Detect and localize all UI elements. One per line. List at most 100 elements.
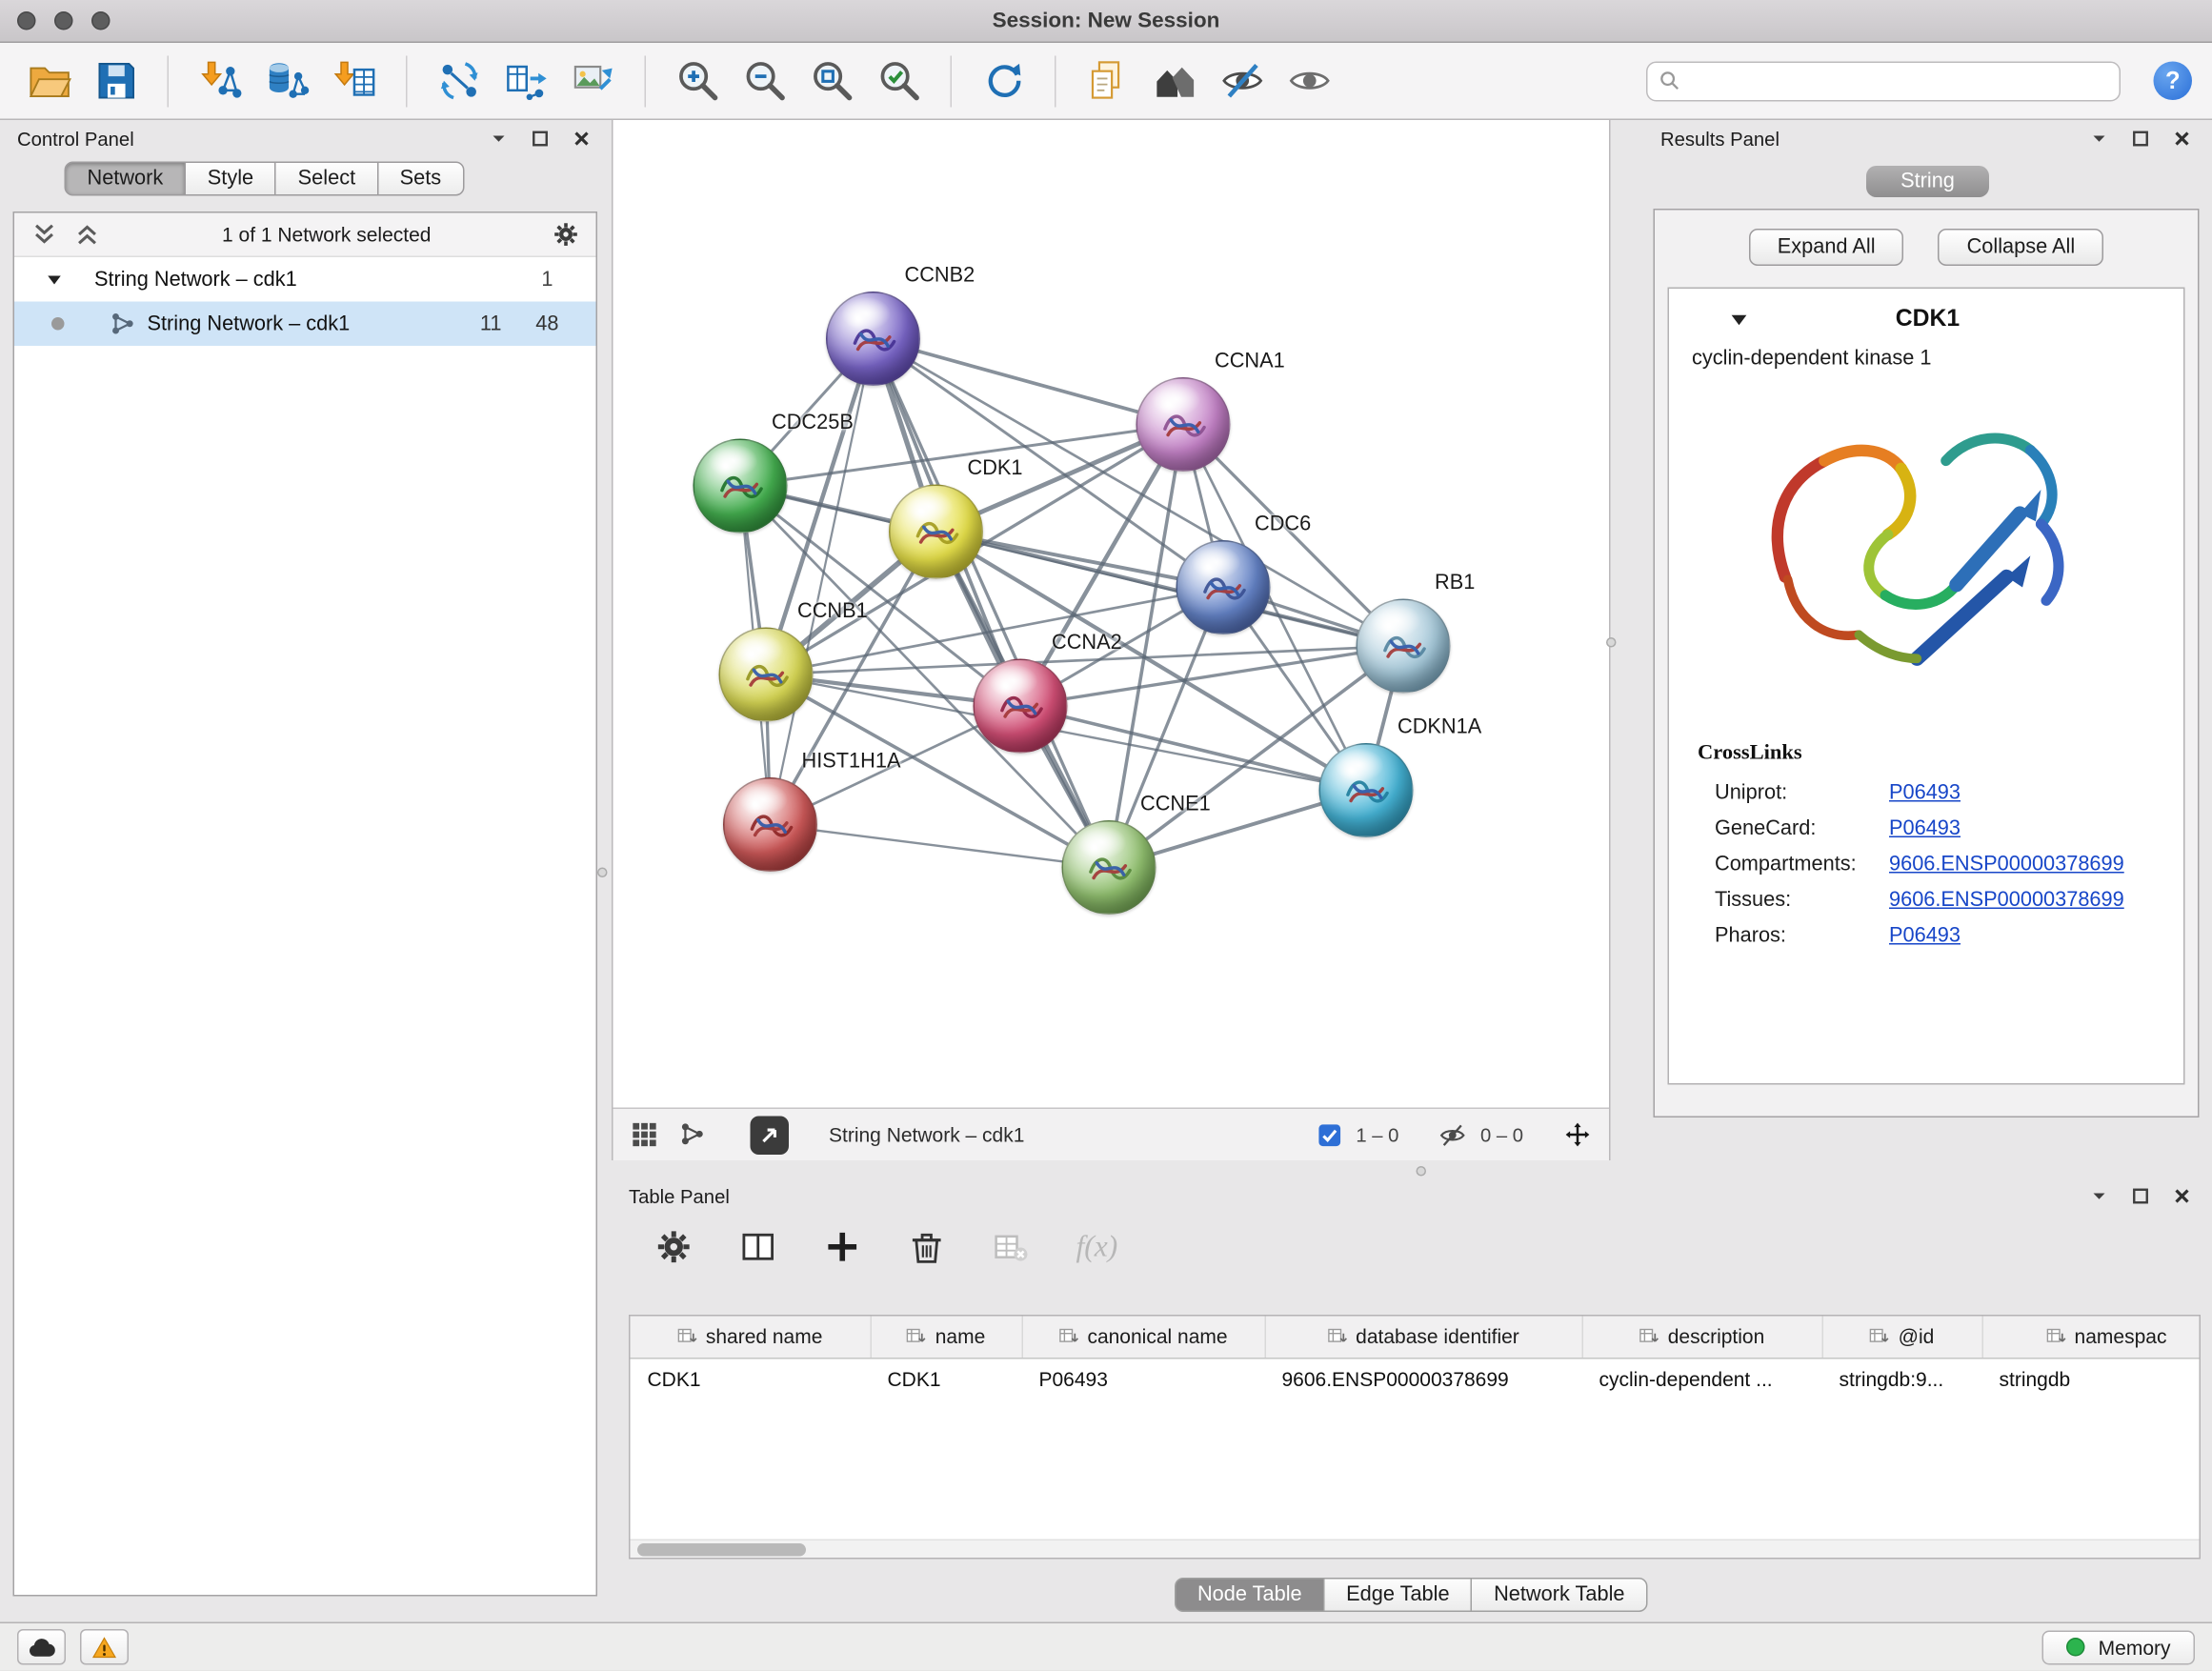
network-node-cdkn1a[interactable] <box>1319 743 1414 837</box>
memory-button[interactable]: Memory <box>2042 1630 2195 1664</box>
column-header[interactable]: @id <box>1822 1317 1982 1359</box>
show-columns-button[interactable] <box>739 1228 778 1267</box>
table-cell[interactable]: stringdb:9... <box>1822 1358 1982 1399</box>
compartments-link[interactable]: 9606.ENSP00000378699 <box>1889 853 2124 876</box>
help-button[interactable]: ? <box>2154 62 2193 101</box>
table-cell[interactable]: CDK1 <box>871 1358 1022 1399</box>
close-panel-button[interactable] <box>2172 129 2192 149</box>
copy-button[interactable] <box>1079 52 1136 110</box>
network-node-ccna1[interactable] <box>1136 377 1231 472</box>
zoom-out-button[interactable] <box>736 52 794 110</box>
table-cell[interactable]: stringdb <box>1982 1358 2202 1399</box>
network-edge[interactable] <box>771 825 1110 868</box>
minimize-window-button[interactable] <box>54 11 73 30</box>
tab-select[interactable]: Select <box>275 162 378 196</box>
open-in-new-window-button[interactable] <box>751 1116 790 1155</box>
network-node-hist1h1a[interactable] <box>723 777 817 872</box>
collapse-all-networks-button[interactable] <box>31 222 57 248</box>
clear-table-button[interactable] <box>992 1228 1031 1267</box>
collapse-panel-button[interactable] <box>489 129 509 149</box>
column-header[interactable]: shared name <box>631 1317 871 1359</box>
delete-column-button[interactable] <box>908 1228 947 1267</box>
show-all-button[interactable] <box>1280 52 1337 110</box>
column-header[interactable]: name <box>871 1317 1022 1359</box>
table-cell[interactable]: cyclin-dependent ... <box>1582 1358 1822 1399</box>
grid-view-button[interactable] <box>631 1120 659 1149</box>
expand-all-networks-button[interactable] <box>74 222 100 248</box>
collapse-panel-button[interactable] <box>2089 1186 2109 1206</box>
network-row[interactable]: String Network – cdk1 11 48 <box>14 302 596 347</box>
network-panel-options-button[interactable] <box>553 222 578 248</box>
network-node-ccne1[interactable] <box>1062 820 1156 915</box>
search-input[interactable] <box>1689 68 2108 93</box>
float-panel-button[interactable] <box>2131 1186 2151 1206</box>
hide-selected-button[interactable] <box>1214 52 1271 110</box>
section-collapse-triangle-icon[interactable] <box>1729 310 1749 330</box>
tab-network-table[interactable]: Network Table <box>1471 1578 1647 1612</box>
import-network-from-database-button[interactable] <box>259 52 316 110</box>
table-cell[interactable]: 9606.ENSP00000378699 <box>1265 1358 1582 1399</box>
zoom-window-button[interactable] <box>91 11 111 30</box>
create-column-button[interactable] <box>823 1228 862 1267</box>
float-panel-button[interactable] <box>531 129 551 149</box>
tab-string[interactable]: String <box>1866 166 1989 197</box>
uniprot-link[interactable]: P06493 <box>1889 781 1961 804</box>
tab-sets[interactable]: Sets <box>377 162 465 196</box>
network-collection-row[interactable]: String Network – cdk1 1 <box>14 257 596 302</box>
import-network-from-file-button[interactable] <box>191 52 249 110</box>
network-overview-button[interactable] <box>1146 52 1203 110</box>
network-node-cdc6[interactable] <box>1176 540 1271 634</box>
network-node-ccnb2[interactable] <box>826 292 920 386</box>
save-session-button[interactable] <box>88 52 145 110</box>
genecard-link[interactable]: P06493 <box>1889 816 1961 839</box>
apply-layout-button[interactable] <box>975 52 1032 110</box>
close-panel-button[interactable] <box>2172 1186 2192 1206</box>
column-header[interactable]: database identifier <box>1265 1317 1582 1359</box>
horizontal-splitter-handle[interactable] <box>1417 1166 1427 1177</box>
network-node-cdc25b[interactable] <box>694 439 788 534</box>
close-panel-button[interactable] <box>572 129 592 149</box>
warnings-button[interactable] <box>80 1629 129 1665</box>
column-header[interactable]: description <box>1582 1317 1822 1359</box>
network-edge[interactable] <box>874 339 1110 868</box>
collapse-panel-button[interactable] <box>2089 129 2109 149</box>
network-canvas[interactable]: CCNB2CCNA1CDC25BCDK1CDC6RB1CCNB1CCNA2CDK… <box>613 120 1610 1108</box>
pharos-link[interactable]: P06493 <box>1889 924 1961 947</box>
function-builder-button[interactable]: f(x) <box>1076 1229 1118 1265</box>
vertical-splitter-handle[interactable] <box>597 868 608 878</box>
horizontal-scrollbar[interactable] <box>631 1540 2200 1559</box>
export-image-button[interactable] <box>565 52 622 110</box>
new-network-button[interactable] <box>431 52 488 110</box>
column-header[interactable]: canonical name <box>1022 1317 1265 1359</box>
network-node-ccna2[interactable] <box>974 659 1068 754</box>
new-network-from-table-button[interactable] <box>497 52 554 110</box>
pan-mode-button[interactable] <box>1563 1120 1592 1149</box>
network-tools-button[interactable] <box>679 1120 708 1149</box>
network-node-cdk1[interactable] <box>889 485 983 579</box>
zoom-selected-button[interactable] <box>871 52 928 110</box>
tissues-link[interactable]: 9606.ENSP00000378699 <box>1889 888 2124 911</box>
zoom-fit-button[interactable] <box>803 52 860 110</box>
table-row[interactable]: CDK1 CDK1 P06493 9606.ENSP00000378699 cy… <box>631 1358 2202 1399</box>
expand-all-button[interactable]: Expand All <box>1749 229 1904 266</box>
zoom-in-button[interactable] <box>669 52 726 110</box>
collapse-all-button[interactable]: Collapse All <box>1939 229 2104 266</box>
table-settings-button[interactable] <box>654 1228 694 1267</box>
open-session-button[interactable] <box>20 52 77 110</box>
table-cell[interactable]: P06493 <box>1022 1358 1265 1399</box>
vertical-splitter-handle[interactable] <box>1606 637 1617 648</box>
tree-expand-triangle-icon[interactable] <box>46 271 63 288</box>
column-header[interactable]: namespac <box>1982 1317 2202 1359</box>
tab-network[interactable]: Network <box>65 162 187 196</box>
scrollbar-thumb[interactable] <box>637 1543 806 1557</box>
tab-edge-table[interactable]: Edge Table <box>1323 1578 1472 1612</box>
float-panel-button[interactable] <box>2131 129 2151 149</box>
network-node-rb1[interactable] <box>1357 599 1451 694</box>
close-window-button[interactable] <box>17 11 36 30</box>
table-cell[interactable]: CDK1 <box>631 1358 871 1399</box>
network-node-ccnb1[interactable] <box>719 628 814 722</box>
import-table-from-file-button[interactable] <box>326 52 383 110</box>
cloud-status-button[interactable] <box>17 1629 66 1665</box>
tab-node-table[interactable]: Node Table <box>1175 1578 1325 1612</box>
tab-style[interactable]: Style <box>185 162 276 196</box>
